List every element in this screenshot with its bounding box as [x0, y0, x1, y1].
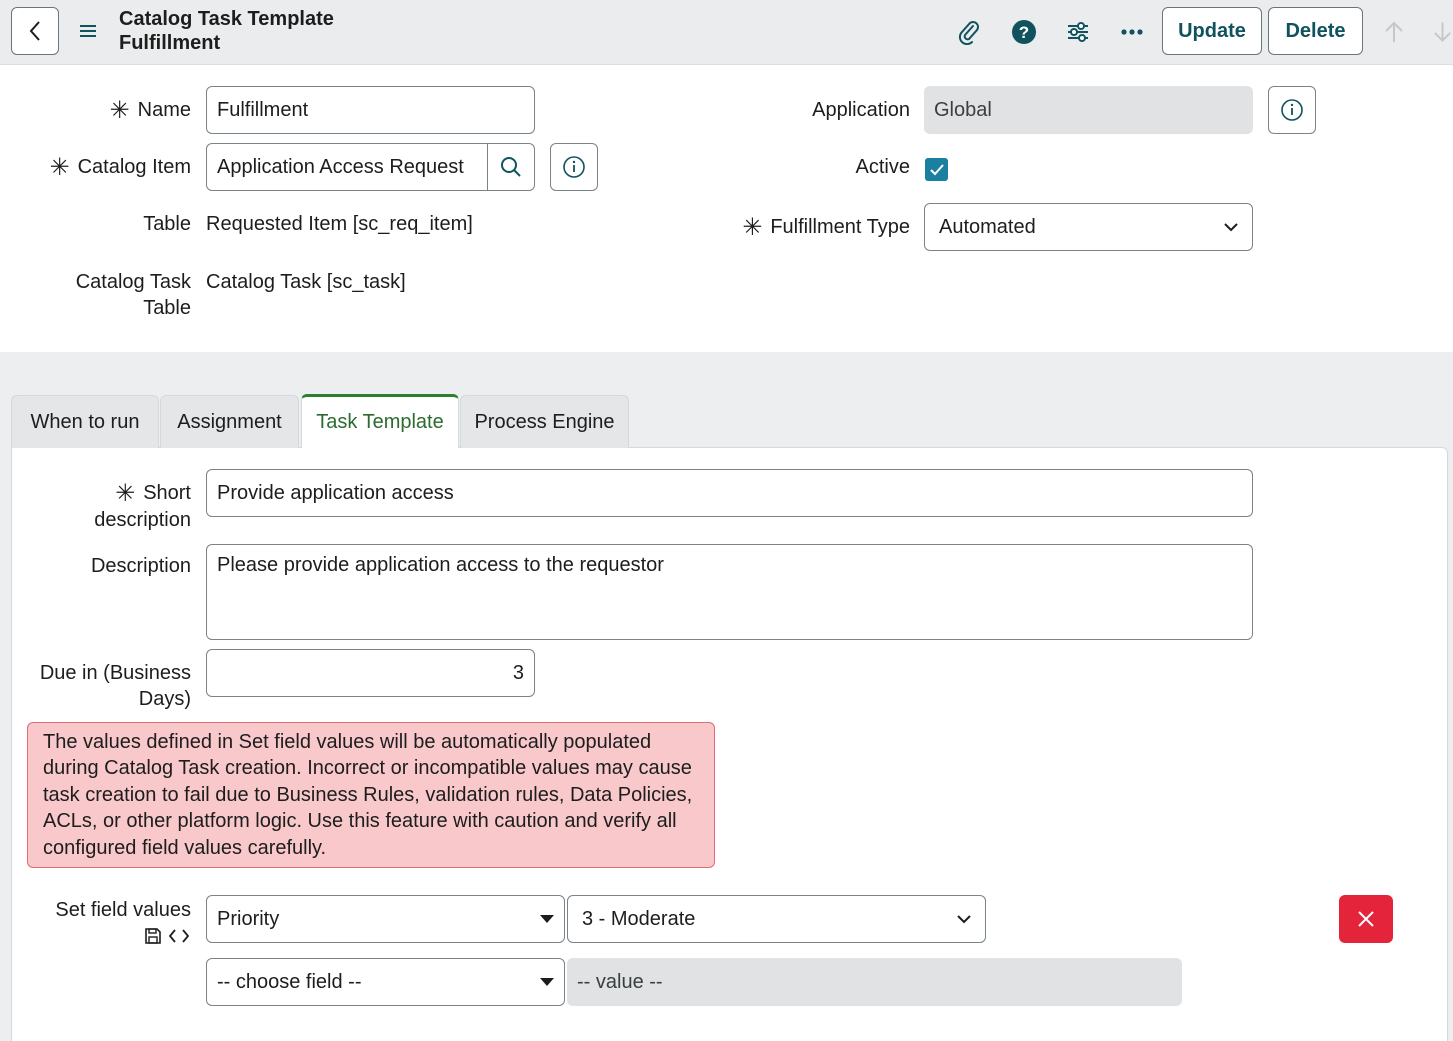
more-options-icon[interactable]	[1118, 18, 1146, 46]
hamburger-menu-icon[interactable]	[78, 20, 100, 42]
short-description-label: ✳ Short description	[94, 480, 191, 532]
application-field: Global	[924, 86, 1253, 134]
tab-when-to-run[interactable]: When to run	[11, 395, 159, 448]
name-label: ✳ Name	[109, 97, 191, 124]
description-textarea[interactable]: Please provide application access to the…	[206, 544, 1253, 640]
table-value: Requested Item [sc_req_item]	[206, 213, 473, 235]
warning-alert: The values defined in Set field values w…	[27, 722, 715, 868]
arrow-down-icon[interactable]	[1432, 18, 1453, 46]
set-field-values-tools	[144, 927, 190, 945]
svg-text:?: ?	[1019, 23, 1029, 42]
update-button[interactable]: Update	[1162, 7, 1262, 55]
fulfillment-type-label: ✳ Fulfillment Type	[742, 214, 910, 241]
value-select-1[interactable]: 3 - Moderate	[567, 895, 986, 943]
page-title: Catalog Task Template Fulfillment	[119, 8, 334, 54]
set-field-values-label: Set field values	[55, 899, 191, 921]
caret-down-icon	[540, 915, 554, 923]
name-input[interactable]: Fulfillment	[206, 86, 535, 134]
active-label: Active	[855, 156, 910, 178]
delete-button[interactable]: Delete	[1268, 7, 1363, 55]
catalog-task-table-label: Catalog Task Table	[75, 271, 191, 319]
required-asterisk-icon: ✳	[49, 154, 70, 181]
tab-assignment[interactable]: Assignment	[160, 395, 299, 448]
due-in-input[interactable]: 3	[206, 649, 535, 697]
save-icon[interactable]	[144, 927, 162, 945]
required-asterisk-icon: ✳	[742, 214, 763, 241]
required-asterisk-icon: ✳	[115, 480, 136, 507]
catalog-item-info-button[interactable]	[550, 143, 598, 191]
fulfillment-type-select[interactable]: Automated	[924, 203, 1253, 251]
tab-task-template[interactable]: Task Template	[301, 394, 459, 448]
catalog-item-input[interactable]: Application Access Request	[206, 143, 535, 191]
tab-process-engine[interactable]: Process Engine	[460, 395, 629, 448]
arrow-up-icon[interactable]	[1380, 18, 1408, 46]
required-asterisk-icon: ✳	[109, 97, 130, 124]
description-label: Description	[90, 555, 191, 577]
value-input-2: -- value --	[567, 958, 1182, 1006]
application-label: Application	[812, 99, 910, 121]
field-select-2[interactable]: -- choose field --	[206, 958, 565, 1006]
info-icon	[563, 156, 585, 178]
table-label: Table	[143, 213, 191, 235]
search-icon[interactable]	[487, 144, 534, 190]
active-checkbox[interactable]	[925, 158, 948, 181]
paperclip-icon[interactable]	[955, 18, 983, 46]
chevron-down-icon	[957, 914, 971, 923]
code-icon[interactable]	[168, 928, 190, 944]
close-icon	[1358, 911, 1374, 927]
settings-sliders-icon[interactable]	[1064, 18, 1092, 46]
application-info-button[interactable]	[1268, 86, 1316, 134]
remove-field-button[interactable]	[1339, 895, 1393, 943]
help-icon[interactable]: ?	[1010, 18, 1038, 46]
catalog-item-label: ✳ Catalog Item	[49, 154, 192, 181]
due-in-label: Due in (Business Days)	[39, 662, 191, 710]
chevron-down-icon	[1224, 222, 1238, 231]
back-button[interactable]	[11, 7, 59, 55]
caret-down-icon	[540, 978, 554, 986]
checkmark-icon	[929, 163, 944, 175]
field-select-1[interactable]: Priority	[206, 895, 565, 943]
info-icon	[1281, 99, 1303, 121]
chevron-left-icon	[29, 21, 40, 41]
short-description-input[interactable]: Provide application access	[206, 469, 1253, 517]
catalog-task-table-value: Catalog Task [sc_task]	[206, 271, 406, 293]
form-header: Catalog Task Template Fulfillment ? Upda…	[0, 0, 1453, 65]
